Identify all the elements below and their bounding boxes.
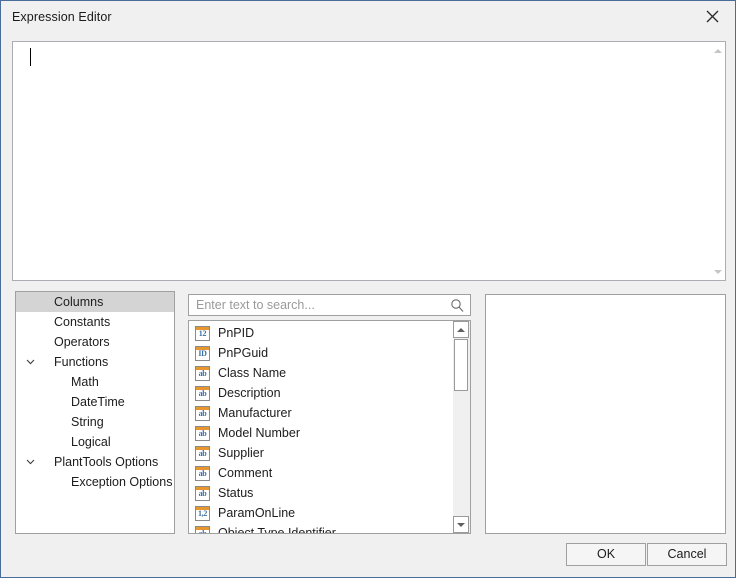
list-item-label: Model Number [218, 426, 300, 440]
tree-item-label: Exception Options [71, 475, 173, 489]
list-item[interactable]: 12 PnPID [189, 323, 453, 343]
list-item-label: Comment [218, 466, 273, 480]
list-item[interactable]: 1,2 ParamOnLine [189, 503, 453, 523]
list-item-label: Status [218, 486, 254, 500]
column-list-scrollbar[interactable] [453, 321, 470, 533]
guid-type-icon: ID [195, 345, 210, 361]
chevron-down-icon[interactable] [24, 352, 36, 372]
title-bar: Expression Editor [1, 1, 735, 34]
column-list-items: 12 PnPID ID PnPGuid ab Class Name ab Des… [189, 323, 453, 534]
double-type-icon: 1,2 [195, 505, 210, 521]
list-item-label: Description [218, 386, 281, 400]
close-icon [706, 10, 719, 23]
category-tree[interactable]: Columns Constants Operators Functions Ma… [15, 291, 175, 534]
search-field[interactable]: Enter text to search... [188, 294, 471, 316]
list-item-label: Class Name [218, 366, 287, 380]
list-item[interactable]: ab Description [189, 383, 453, 403]
search-icon [450, 298, 465, 313]
expression-editor-dialog: Expression Editor Columns Constants Oper… [0, 0, 736, 578]
list-item[interactable]: ab Status [189, 483, 453, 503]
tree-item-operators[interactable]: Operators [16, 332, 174, 352]
string-type-icon: ab [195, 405, 210, 421]
list-item[interactable]: ab Object Type Identifier [189, 523, 453, 534]
list-item-label: ParamOnLine [218, 506, 296, 520]
tree-item-logical[interactable]: Logical [16, 432, 174, 452]
tree-item-label: Functions [54, 355, 109, 369]
tree-item-string[interactable]: String [16, 412, 174, 432]
string-type-icon: ab [195, 425, 210, 441]
tree-item-label: PlantTools Options [54, 455, 159, 469]
tree-item-label: Math [71, 375, 99, 389]
string-type-icon: ab [195, 365, 210, 381]
integer-type-icon: 12 [195, 325, 210, 341]
list-item[interactable]: ab Supplier [189, 443, 453, 463]
list-item-label: Supplier [218, 446, 264, 460]
tree-item-label: String [71, 415, 104, 429]
tree-item-math[interactable]: Math [16, 372, 174, 392]
string-type-icon: ab [195, 385, 210, 401]
window-title: Expression Editor [12, 10, 112, 24]
column-list[interactable]: 12 PnPID ID PnPGuid ab Class Name ab Des… [188, 320, 471, 534]
description-text [486, 295, 725, 305]
scrollbar-thumb[interactable] [454, 339, 468, 391]
list-item-label: PnPGuid [218, 346, 269, 360]
string-type-icon: ab [195, 445, 210, 461]
search-input[interactable]: Enter text to search... [196, 298, 315, 312]
scroll-down-arrow-icon [457, 522, 465, 527]
ok-button[interactable]: OK [566, 543, 646, 566]
tree-item-label: DateTime [71, 395, 125, 409]
tree-item-exception-options[interactable]: Exception Options [16, 472, 174, 492]
list-item[interactable]: ab Class Name [189, 363, 453, 383]
tree-item-datetime[interactable]: DateTime [16, 392, 174, 412]
list-item-label: Object Type Identifier [218, 526, 336, 534]
scroll-down-arrow-icon [713, 269, 722, 274]
editor-scroll-down-button[interactable] [709, 263, 726, 280]
list-scroll-down-button[interactable] [453, 516, 469, 533]
tree-item-label: Logical [71, 435, 111, 449]
tree-item-label: Operators [54, 335, 110, 349]
string-type-icon: ab [195, 485, 210, 501]
expression-textarea[interactable] [12, 41, 726, 281]
tree-item-constants[interactable]: Constants [16, 312, 174, 332]
list-item-label: Manufacturer [218, 406, 292, 420]
list-item[interactable]: ab Model Number [189, 423, 453, 443]
scroll-up-arrow-icon [457, 327, 465, 332]
list-item[interactable]: ab Comment [189, 463, 453, 483]
close-button[interactable] [690, 1, 735, 32]
string-type-icon: ab [195, 465, 210, 481]
tree-item-columns[interactable]: Columns [16, 292, 174, 312]
string-type-icon: ab [195, 525, 210, 533]
scroll-up-arrow-icon [713, 48, 722, 53]
tree-item-planttools-options[interactable]: PlantTools Options [16, 452, 174, 472]
text-caret [30, 48, 31, 66]
description-panel [485, 294, 726, 534]
list-item[interactable]: ID PnPGuid [189, 343, 453, 363]
chevron-down-icon[interactable] [24, 452, 36, 472]
tree-item-functions[interactable]: Functions [16, 352, 174, 372]
cancel-button[interactable]: Cancel [647, 543, 727, 566]
tree-item-label: Constants [54, 315, 111, 329]
editor-scrollbar[interactable] [708, 42, 725, 280]
list-scroll-up-button[interactable] [453, 321, 469, 338]
list-item-label: PnPID [218, 326, 255, 340]
editor-scroll-up-button[interactable] [709, 42, 726, 59]
tree-item-label: Columns [54, 295, 104, 309]
list-item[interactable]: ab Manufacturer [189, 403, 453, 423]
